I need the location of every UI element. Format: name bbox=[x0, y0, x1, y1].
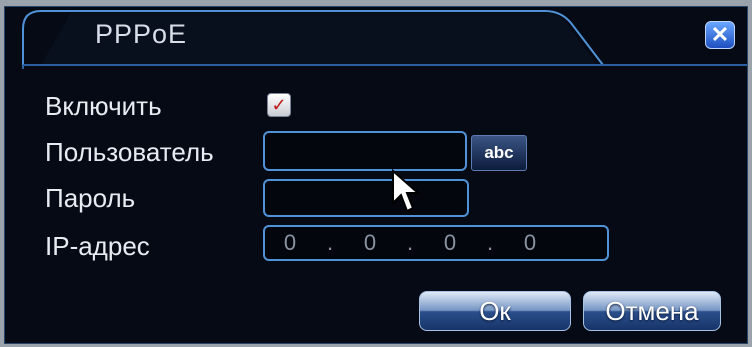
enable-label: Включить bbox=[45, 91, 162, 121]
ip-octet-4: 0 bbox=[523, 230, 537, 255]
mouse-cursor-icon bbox=[392, 169, 421, 213]
ip-octet-1: 0 bbox=[283, 230, 297, 255]
user-label: Пользователь bbox=[45, 137, 214, 167]
ip-address-input[interactable]: 0 . 0 . 0 . 0 bbox=[263, 225, 609, 261]
password-label: Пароль bbox=[45, 183, 136, 213]
user-input[interactable] bbox=[263, 131, 467, 171]
ip-octet-3: 0 bbox=[443, 230, 457, 255]
ip-separator: . bbox=[326, 230, 334, 255]
ip-octet-2: 0 bbox=[363, 230, 377, 255]
pppoe-dialog: PPPoE ✕ Включить ✓ Пользователь abc Паро… bbox=[4, 6, 748, 344]
keyboard-button[interactable]: abc bbox=[471, 135, 527, 171]
ok-button[interactable]: Ок bbox=[419, 291, 571, 331]
password-input[interactable] bbox=[263, 179, 469, 217]
enable-checkbox[interactable]: ✓ bbox=[267, 93, 291, 117]
cancel-button[interactable]: Отмена bbox=[583, 291, 721, 331]
ip-separator: . bbox=[486, 230, 494, 255]
close-icon: ✕ bbox=[710, 22, 730, 47]
close-button[interactable]: ✕ bbox=[705, 21, 735, 49]
ip-label: IP-адрес bbox=[45, 231, 150, 261]
checkmark-icon: ✓ bbox=[271, 95, 287, 115]
dialog-title: PPPoE bbox=[95, 19, 188, 49]
ip-separator: . bbox=[406, 230, 414, 255]
